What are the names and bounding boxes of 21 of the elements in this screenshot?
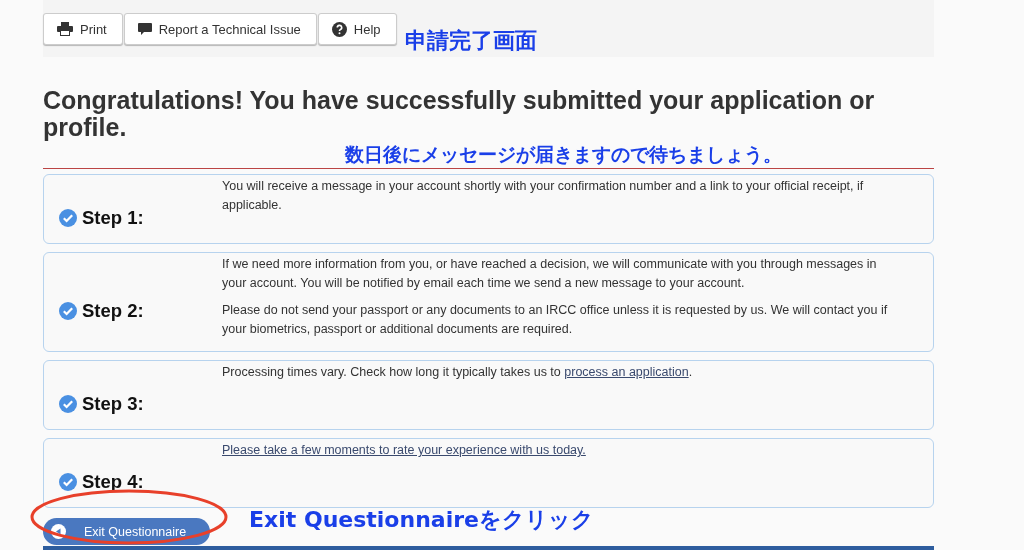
annotation-text: Exit Questionnaireをクリック — [249, 506, 594, 534]
printer-icon — [57, 22, 73, 36]
survey-link[interactable]: Please take a few moments to rate your experience with us today. — [222, 443, 586, 457]
annotation-text: 申請完了画面 — [405, 27, 537, 55]
step-label: Step 1: — [82, 207, 144, 229]
annotation-text: 数日後にメッセージが届きますので待ちましょう。 — [345, 142, 782, 167]
step-text: Please do not send your passport or any documents to an IRCC office unless it is requested by us. We will contact you if your biometrics, passport or additional documents are required. — [222, 302, 889, 338]
step-label: Step 4: — [82, 471, 144, 493]
step-text: Processing times vary. Check how long it typically takes us to process an application. — [222, 364, 693, 381]
speech-bubble-icon — [137, 22, 152, 36]
step-label: Step 3: — [82, 393, 144, 415]
help-icon — [331, 21, 347, 37]
back-icon — [51, 524, 66, 539]
step-text: You will receive a message in your account shortly with your confirmation number and a link to your official receipt, if applicable. — [222, 178, 865, 214]
report-button[interactable]: Report a Technical Issue — [123, 13, 317, 45]
step-label: Step 2: — [82, 300, 144, 322]
page-heading: Congratulations! You have successfully submitted your application or profile. — [43, 87, 876, 141]
print-button[interactable]: Print — [43, 13, 123, 45]
text-link[interactable]: process an application — [564, 365, 689, 379]
step-text: If we need more information from you, or have reached a decision, we will communicate with you through messages in your account. You will be notified by email each time we send a new message to your account. — [222, 256, 878, 292]
help-button[interactable]: Help — [317, 13, 397, 45]
